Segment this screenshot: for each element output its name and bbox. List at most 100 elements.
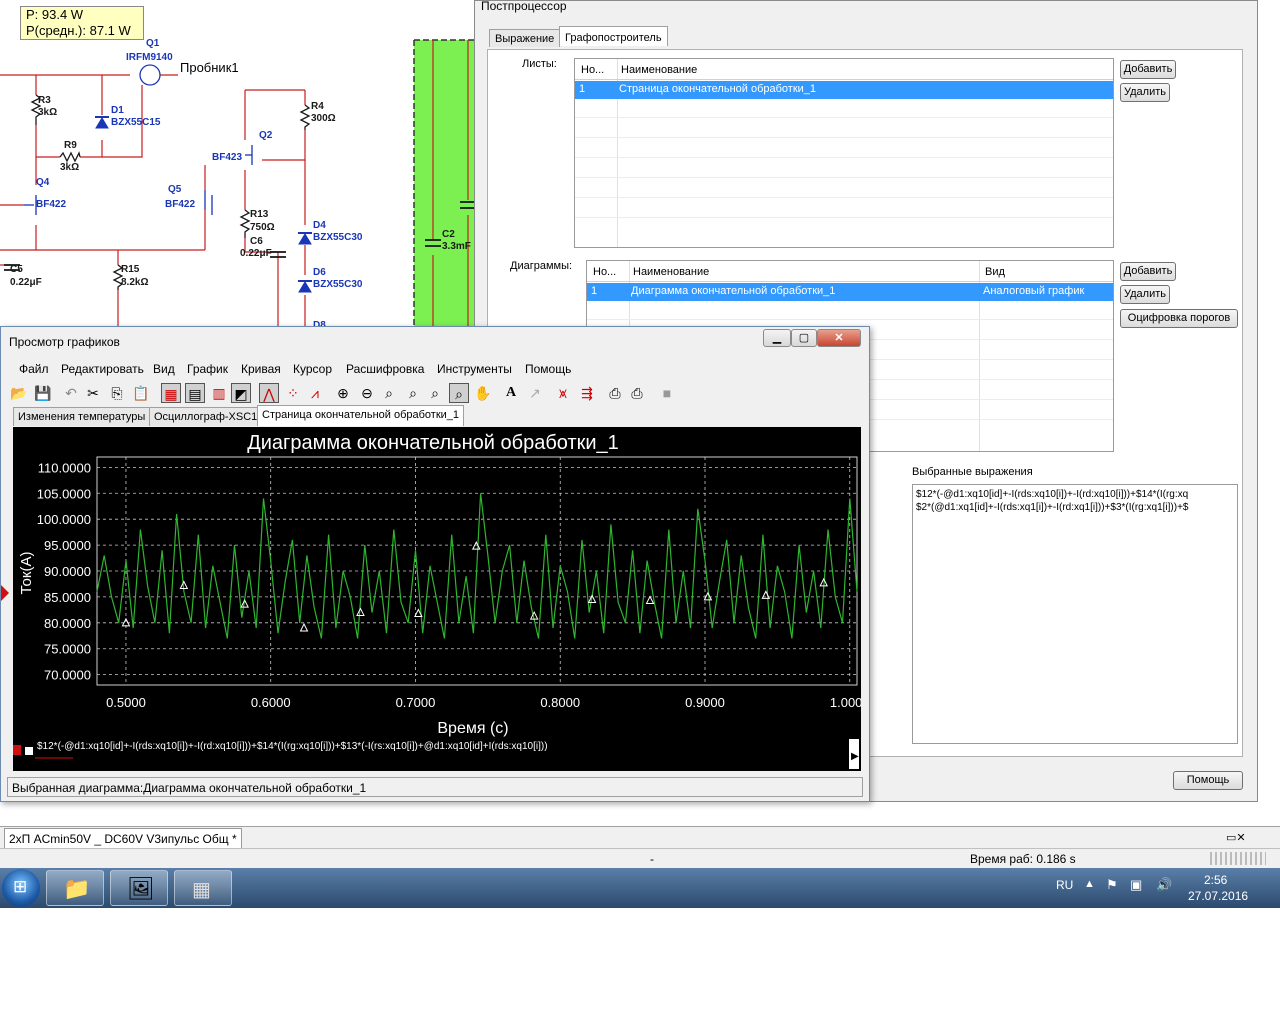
tray-expand-icon[interactable]: ▲ bbox=[1084, 878, 1095, 890]
volume-icon[interactable]: 🔊 bbox=[1156, 877, 1172, 893]
print-preview-icon[interactable]: ⎙ bbox=[627, 383, 647, 403]
language-indicator[interactable]: RU bbox=[1056, 878, 1073, 892]
multisim-icon: ▦ bbox=[192, 879, 211, 901]
tab-expression[interactable]: Выражение bbox=[489, 29, 561, 47]
label-icon[interactable]: ↗ bbox=[525, 383, 545, 403]
overlay-icon[interactable]: ◩ bbox=[231, 383, 251, 403]
data-marker[interactable] bbox=[703, 591, 713, 601]
transistor-symbols bbox=[24, 64, 253, 215]
data-marker[interactable] bbox=[299, 622, 309, 632]
text-icon[interactable]: A bbox=[501, 383, 521, 403]
menu-curve[interactable]: Кривая bbox=[241, 362, 281, 376]
graph-viewer-window[interactable]: Просмотр графиков ▁ ▢ ✕ Файл Редактирова… bbox=[0, 326, 870, 802]
menu-view[interactable]: Вид bbox=[153, 362, 175, 376]
diagrams-row[interactable]: 1 Диаграмма окончательной обработки_1 Ан… bbox=[587, 283, 1113, 301]
legend-checkbox[interactable] bbox=[25, 747, 33, 755]
remove-diagram-button[interactable]: Удалить bbox=[1120, 285, 1170, 304]
zoom-x-icon[interactable]: ⌕ bbox=[403, 383, 423, 403]
sheets-col-no[interactable]: Но... bbox=[581, 64, 604, 76]
cursor-icon[interactable]: ⋀ bbox=[259, 383, 279, 403]
probe-readout[interactable]: P: 93.4 W P(средн.): 87.1 W bbox=[20, 6, 144, 40]
close-button[interactable]: ✕ bbox=[817, 329, 861, 347]
menu-decode[interactable]: Расшифровка bbox=[346, 362, 424, 376]
label-r15-val: 8.2kΩ bbox=[121, 277, 148, 288]
line-points-icon[interactable]: ⩘ bbox=[305, 383, 325, 403]
cut-icon[interactable]: ✂ bbox=[83, 383, 103, 403]
minimize-button[interactable]: ▁ bbox=[763, 329, 791, 347]
menu-cursor[interactable]: Курсор bbox=[293, 362, 332, 376]
menu-graph[interactable]: График bbox=[187, 362, 228, 376]
zoom-in-icon[interactable]: ⊕ bbox=[333, 383, 353, 403]
data-marker[interactable] bbox=[645, 595, 655, 605]
diagrams-col-no[interactable]: Но... bbox=[593, 266, 616, 278]
paste-icon[interactable]: 📋 bbox=[131, 383, 151, 403]
stop-icon[interactable]: ■ bbox=[657, 383, 677, 403]
zoom-area-icon[interactable]: ⌕ bbox=[379, 383, 399, 403]
network-icon[interactable]: ▣ bbox=[1130, 877, 1142, 893]
menu-file[interactable]: Файл bbox=[19, 362, 49, 376]
diagrams-row-kind: Аналоговый график bbox=[983, 285, 1085, 297]
tab-grapher[interactable]: Графопостроитель bbox=[559, 26, 668, 46]
trace-icon[interactable]: ⩙ bbox=[553, 383, 573, 403]
tab-oscilloscope[interactable]: Осциллограф-XSC1 bbox=[149, 407, 263, 426]
remove-sheet-button[interactable]: Удалить bbox=[1120, 83, 1170, 102]
selected-expr-list[interactable]: $12*(-@d1:xq10[id]+-I(rds:xq10[i])+-I(rd… bbox=[912, 484, 1238, 744]
help-button[interactable]: Помощь bbox=[1173, 771, 1243, 790]
data-marker[interactable] bbox=[121, 617, 131, 627]
export-icon[interactable]: ⇶ bbox=[577, 383, 597, 403]
cursor-marker-icon[interactable] bbox=[1, 585, 9, 601]
sheets-grid[interactable]: Но... Наименование 1 Страница окончатель… bbox=[574, 58, 1114, 248]
add-diagram-button[interactable]: Добавить bbox=[1120, 262, 1176, 281]
zoom-out-icon[interactable]: ⊖ bbox=[357, 383, 377, 403]
diagrams-col-kind[interactable]: Вид bbox=[985, 266, 1005, 278]
clock-date[interactable]: 27.07.2016 bbox=[1188, 889, 1248, 903]
diagrams-col-name[interactable]: Наименование bbox=[633, 266, 709, 278]
label-r9-ref: R9 bbox=[64, 140, 77, 151]
save-icon[interactable]: 💾 bbox=[33, 383, 53, 403]
tab-temperature[interactable]: Изменения температуры bbox=[13, 407, 151, 426]
start-button[interactable]: ⊞ bbox=[2, 869, 40, 907]
menu-tools[interactable]: Инструменты bbox=[437, 362, 512, 376]
selected-expr-item[interactable]: $2*(@d1:xq1[id]+-I(rds:xq1[i])+-I(rd:xq1… bbox=[916, 501, 1234, 514]
tab-postprocessing-page[interactable]: Страница окончательной обработки_1 bbox=[257, 405, 465, 426]
series-line[interactable] bbox=[96, 493, 858, 639]
toolbar: 📂 💾 ↶ ✂ ⎘ 📋 ▦ ▤ ▥ ◩ ⋀ ⁘ ⩘ ⊕ ⊖ ⌕ ⌕ ⌕ ⌕ ✋ … bbox=[5, 381, 705, 405]
menu-edit[interactable]: Редактировать bbox=[61, 362, 144, 376]
undo-icon[interactable]: ↶ bbox=[61, 383, 81, 403]
zoom-fit-icon[interactable]: ⌕ bbox=[449, 383, 469, 403]
data-marker[interactable] bbox=[471, 541, 481, 550]
sheets-col-name[interactable]: Наименование bbox=[621, 64, 697, 76]
grid-icon[interactable]: ▦ bbox=[161, 383, 181, 403]
zoom-y-icon[interactable]: ⌕ bbox=[425, 383, 445, 403]
copy-icon[interactable]: ⎘ bbox=[107, 383, 127, 403]
diagrams-row-no: 1 bbox=[591, 285, 598, 297]
taskbar-explorer[interactable]: 📁 bbox=[46, 870, 104, 906]
menu-help[interactable]: Помощь bbox=[525, 362, 571, 376]
pan-hand-icon[interactable]: ✋ bbox=[473, 383, 493, 403]
probe-avg-power: P(средн.): 87.1 W bbox=[26, 23, 131, 38]
data-marker[interactable] bbox=[240, 599, 249, 608]
maximize-button[interactable]: ▢ bbox=[791, 329, 817, 347]
sheets-row[interactable]: 1 Страница окончательной обработки_1 bbox=[575, 81, 1113, 99]
points-icon[interactable]: ⁘ bbox=[283, 383, 303, 403]
taskbar-pictures[interactable]: 🖼 bbox=[110, 870, 168, 906]
document-tab[interactable]: 2хП ACmin50V _ DC60V V3ипульс Общ * bbox=[4, 828, 242, 850]
clock-time[interactable]: 2:56 bbox=[1204, 873, 1227, 887]
tab-close-icon[interactable]: ▭✕ bbox=[1226, 831, 1246, 844]
add-sheet-button[interactable]: Добавить bbox=[1120, 60, 1176, 79]
x-axis-label: Время (с) bbox=[437, 720, 508, 737]
x-tick-label: 1.0000 bbox=[830, 695, 861, 710]
bar-icon[interactable]: ▥ bbox=[209, 383, 229, 403]
legend-icon[interactable]: ▤ bbox=[185, 383, 205, 403]
selected-expr-item[interactable]: $12*(-@d1:xq10[id]+-I(rds:xq10[i])+-I(rd… bbox=[916, 488, 1234, 501]
label-r3-val: 3kΩ bbox=[38, 107, 57, 118]
document-tab-bar: 2хП ACmin50V _ DC60V V3ипульс Общ * ▭✕ bbox=[0, 826, 1280, 850]
open-icon[interactable]: 📂 bbox=[9, 383, 29, 403]
data-marker[interactable] bbox=[356, 607, 365, 616]
flag-icon[interactable]: ⚑ bbox=[1106, 877, 1118, 893]
plot-area[interactable]: Диаграмма окончательной обработки_1 Врем… bbox=[1, 427, 870, 771]
digitize-thresholds-button[interactable]: Оцифровка порогов bbox=[1120, 309, 1238, 328]
print-icon[interactable]: ⎙ bbox=[605, 383, 625, 403]
taskbar-multisim[interactable]: ▦ bbox=[174, 870, 232, 906]
legend-entry[interactable]: $12*(-@d1:xq10[id]+-I(rds:xq10[i])+-I(rd… bbox=[37, 741, 548, 752]
